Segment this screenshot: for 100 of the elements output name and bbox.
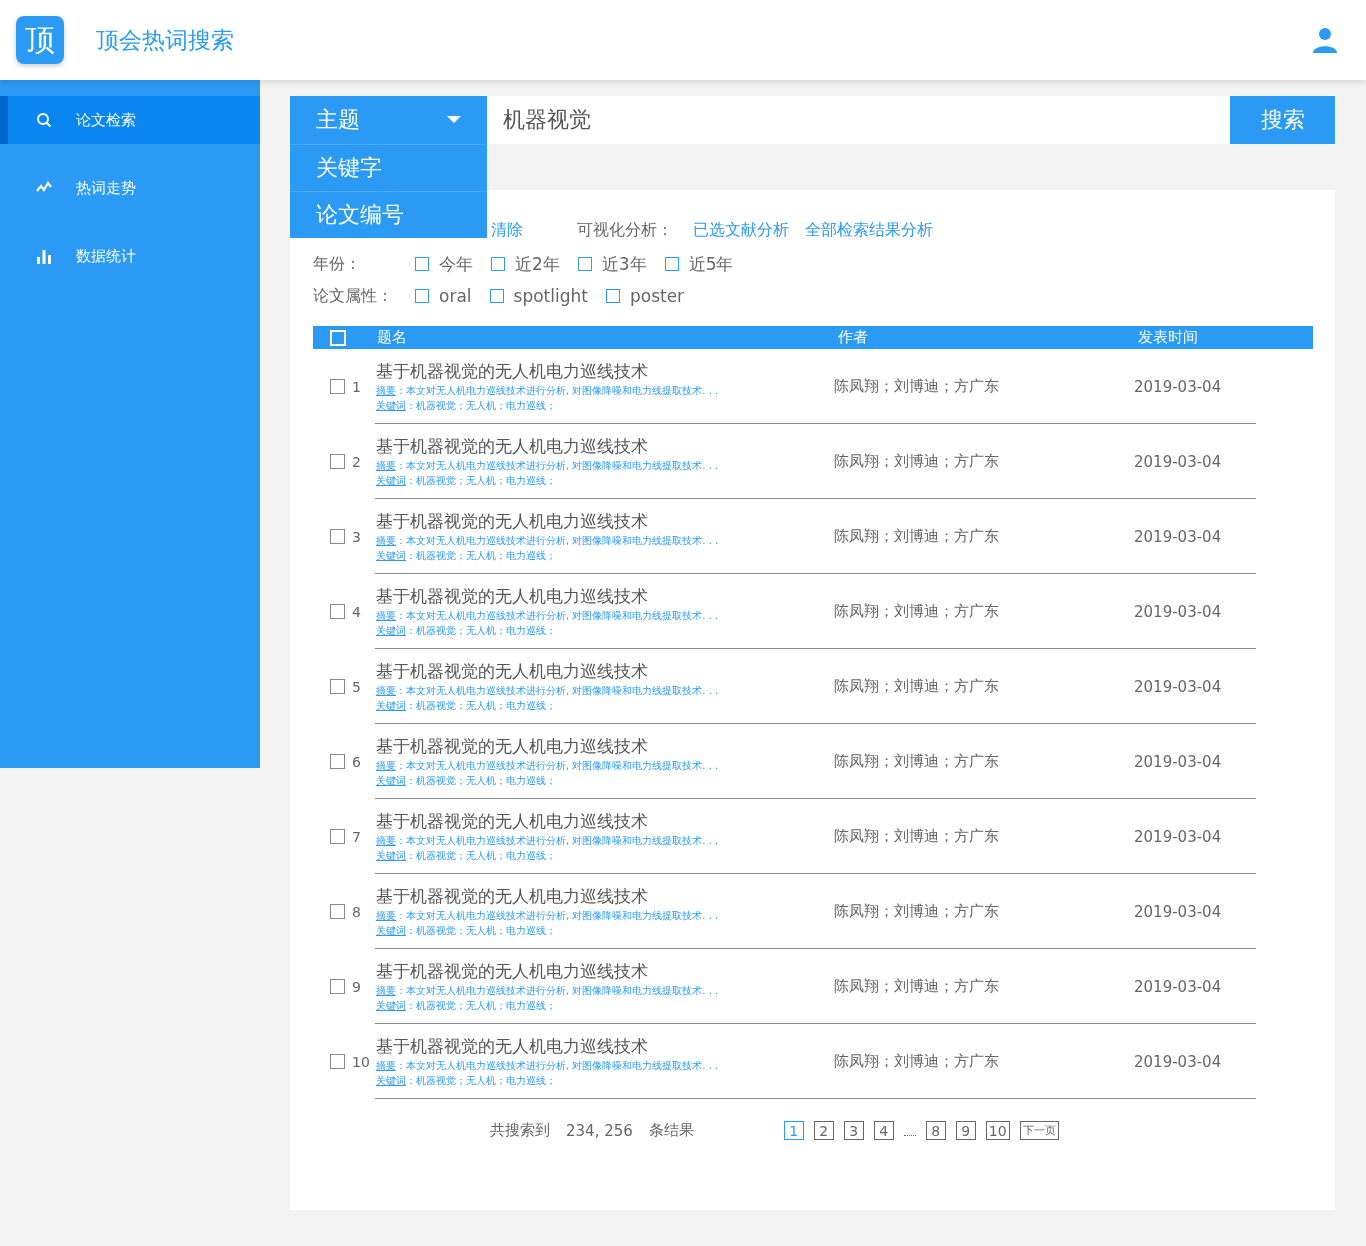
abstract-link[interactable]: 摘要 — [376, 460, 396, 471]
keywords-text: 关键词：机器视觉；无人机；电力巡线； — [376, 549, 557, 563]
column-header: 题名 — [377, 328, 408, 347]
user-icon[interactable] — [1312, 27, 1338, 53]
checkbox[interactable] — [491, 257, 505, 271]
date-cell-text: 2019-03-04 — [1134, 977, 1223, 996]
paper-title[interactable]: 基于机器视觉的无人机电力巡线技术 — [376, 510, 834, 533]
abstract-link[interactable]: 摘要 — [376, 685, 396, 696]
paper-title[interactable]: 基于机器视觉的无人机电力巡线技术 — [376, 360, 834, 383]
authors-cell-text: 陈凤翔；刘博迪；方广东 — [834, 527, 1000, 546]
keywords-link[interactable]: 关键词 — [376, 850, 406, 861]
checkbox[interactable] — [489, 289, 504, 303]
keywords-text: 关键词：机器视觉；无人机；电力巡线； — [376, 849, 557, 863]
column-header: 作者 — [838, 328, 869, 347]
keywords-link[interactable]: 关键词 — [376, 550, 406, 561]
paper-title[interactable]: 基于机器视觉的无人机电力巡线技术 — [376, 585, 834, 608]
date-cell-text: 2019-03-04 — [1134, 527, 1223, 546]
page-button[interactable]: 8 — [925, 1121, 946, 1140]
paper-title[interactable]: 基于机器视觉的无人机电力巡线技术 — [376, 810, 834, 833]
result-count-label: 共搜索到 — [490, 1121, 550, 1140]
page-button[interactable]: 10 — [985, 1121, 1010, 1140]
abstract-link[interactable]: 摘要 — [376, 985, 396, 996]
abstract-link[interactable]: 摘要 — [376, 760, 396, 771]
checkbox[interactable] — [605, 289, 620, 303]
analysis-link[interactable]: 已选文献分析 — [693, 219, 789, 241]
keywords-text: 关键词：机器视觉；无人机；电力巡线； — [376, 399, 557, 413]
row-checkbox[interactable] — [330, 979, 345, 994]
page-button[interactable]: 1 — [783, 1121, 804, 1140]
row-number: 7 — [352, 828, 362, 845]
page-button[interactable]: 9 — [955, 1121, 976, 1140]
row-checkbox[interactable] — [330, 529, 345, 544]
authors-cell-text: 陈凤翔；刘博迪；方广东 — [834, 602, 1000, 621]
abstract-text: 摘要：本文对无人机电力巡线技术进行分析, 对图像降噪和电力线提取技术. . . — [376, 384, 720, 398]
paper-title[interactable]: 基于机器视觉的无人机电力巡线技术 — [376, 660, 834, 683]
keywords-link[interactable]: 关键词 — [376, 625, 406, 636]
search-field[interactable]: 机器视觉 — [487, 96, 1230, 144]
checkbox[interactable] — [415, 289, 429, 303]
row-checkbox[interactable] — [330, 1054, 345, 1069]
paper-title[interactable]: 基于机器视觉的无人机电力巡线技术 — [376, 435, 834, 458]
authors-cell-text: 陈凤翔；刘博迪；方广东 — [834, 377, 1000, 396]
page-button[interactable]: 3 — [843, 1121, 864, 1140]
keywords-link[interactable]: 关键词 — [376, 1075, 406, 1086]
page-button[interactable]: 2 — [813, 1121, 834, 1140]
sidebar-item[interactable]: 论文检索 — [0, 96, 260, 144]
page-button[interactable]: 4 — [873, 1121, 894, 1140]
checkbox[interactable] — [415, 257, 429, 271]
app-title: 顶会热词搜索 — [96, 25, 234, 55]
result-count: 234, 256 — [566, 1121, 633, 1140]
keywords-link[interactable]: 关键词 — [376, 925, 406, 936]
analysis-link[interactable]: 全部检索结果分析 — [805, 219, 933, 241]
date-cell-text: 2019-03-04 — [1134, 827, 1223, 846]
row-checkbox[interactable] — [330, 454, 345, 469]
abstract-link[interactable]: 摘要 — [376, 610, 396, 621]
select-all-checkbox[interactable] — [330, 329, 346, 346]
option-label: 近5年 — [688, 252, 734, 276]
abstract-link[interactable]: 摘要 — [376, 535, 396, 546]
row-number: 9 — [352, 978, 362, 995]
keywords-link[interactable]: 关键词 — [376, 475, 406, 486]
checkbox[interactable] — [577, 257, 592, 271]
abstract-link[interactable]: 摘要 — [376, 835, 396, 846]
bar-chart-icon — [36, 248, 52, 264]
keywords-link[interactable]: 关键词 — [376, 700, 406, 711]
authors-cell-text: 陈凤翔；刘博迪；方广东 — [834, 977, 1000, 996]
dropdown-option[interactable]: 关键字 — [290, 144, 487, 191]
keywords-link[interactable]: 关键词 — [376, 1000, 406, 1011]
row-checkbox[interactable] — [330, 754, 345, 769]
row-number: 1 — [352, 378, 362, 395]
row-checkbox[interactable] — [330, 829, 345, 844]
sidebar-item[interactable]: 热词走势 — [0, 164, 260, 212]
option-label: poster — [629, 286, 685, 306]
search-button[interactable]: 搜索 — [1230, 96, 1335, 144]
keywords-link[interactable]: 关键词 — [376, 400, 406, 411]
abstract-link[interactable]: 摘要 — [376, 1060, 396, 1071]
abstract-text: 摘要：本文对无人机电力巡线技术进行分析, 对图像降噪和电力线提取技术. . . — [376, 909, 720, 923]
clear-link[interactable]: 清除 — [491, 219, 523, 241]
row-checkbox[interactable] — [330, 379, 345, 394]
abstract-link[interactable]: 摘要 — [376, 910, 396, 921]
keywords-text: 关键词：机器视觉；无人机；电力巡线； — [376, 474, 557, 488]
sidebar-item[interactable]: 数据统计 — [0, 232, 260, 280]
column-header: 发表时间 — [1138, 328, 1199, 347]
keywords-link[interactable]: 关键词 — [376, 775, 406, 786]
authors-cell-text: 陈凤翔；刘博迪；方广东 — [834, 902, 1000, 921]
row-checkbox[interactable] — [330, 904, 345, 919]
abstract-link[interactable]: 摘要 — [376, 385, 396, 396]
checkbox[interactable] — [664, 257, 679, 271]
row-checkbox[interactable] — [330, 604, 345, 619]
field-dropdown[interactable]: 主题 — [290, 96, 487, 144]
next-page-button[interactable]: 下一页 — [1019, 1121, 1059, 1140]
paper-title[interactable]: 基于机器视觉的无人机电力巡线技术 — [376, 960, 834, 983]
option-label: spotlight — [513, 286, 588, 306]
paper-title[interactable]: 基于机器视觉的无人机电力巡线技术 — [376, 885, 834, 908]
option-label: 近3年 — [601, 252, 647, 276]
paper-title[interactable]: 基于机器视觉的无人机电力巡线技术 — [376, 735, 834, 758]
date-cell-text: 2019-03-04 — [1134, 377, 1223, 396]
paper-title[interactable]: 基于机器视觉的无人机电力巡线技术 — [376, 1035, 834, 1058]
abstract-text: 摘要：本文对无人机电力巡线技术进行分析, 对图像降噪和电力线提取技术. . . — [376, 459, 720, 473]
row-number: 8 — [352, 903, 362, 920]
abstract-text: 摘要：本文对无人机电力巡线技术进行分析, 对图像降噪和电力线提取技术. . . — [376, 759, 720, 773]
row-checkbox[interactable] — [330, 679, 345, 694]
row-number: 10 — [352, 1053, 371, 1070]
